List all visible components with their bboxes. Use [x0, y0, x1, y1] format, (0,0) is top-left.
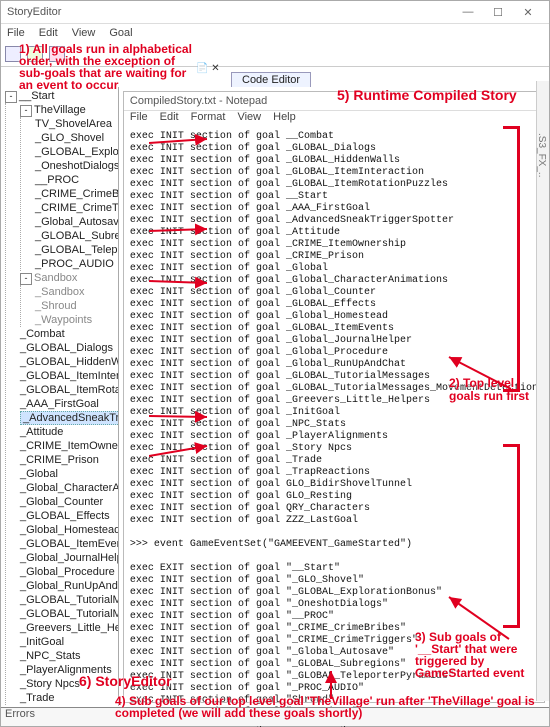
errors-label: Errors: [5, 708, 35, 720]
notepad-content: exec INIT section of goal __Combat exec …: [124, 127, 544, 727]
menu-edit[interactable]: Edit: [39, 27, 58, 39]
minimize-icon[interactable]: —: [453, 6, 483, 18]
tree-item[interactable]: _GLOBAL_TutorialMessages: [20, 594, 119, 606]
tree-item[interactable]: _GLOBAL_TutorialMessages_MovementDet: [20, 608, 119, 620]
tree-item[interactable]: _CRIME_ItemOwnership: [20, 440, 119, 452]
menu-view[interactable]: View: [72, 27, 96, 39]
tree-item[interactable]: _AdvancedSneakTriggerSpotter: [20, 411, 119, 425]
tree-item[interactable]: _Waypoints: [35, 314, 92, 326]
tree-item[interactable]: _Shroud: [35, 300, 77, 312]
tree-sandbox[interactable]: Sandbox: [34, 272, 77, 284]
tree-root[interactable]: __Start: [19, 90, 54, 102]
notepad-title: CompiledStory.txt - Notepad: [130, 95, 267, 107]
toolbar: [1, 42, 549, 67]
tree-item[interactable]: _Global_CharacterAnimations: [20, 482, 119, 494]
tab-code-editor[interactable]: Code Editor: [231, 72, 311, 87]
tree-item[interactable]: _Global_RunUpAndChat: [20, 580, 119, 592]
tree-item[interactable]: _Sandbox: [35, 286, 85, 298]
tree-item[interactable]: _PlayerAlignments: [20, 664, 112, 676]
tree-item[interactable]: __PROC: [35, 174, 79, 186]
tree-item[interactable]: _GLOBAL_TeleporterPyramids: [35, 244, 119, 256]
close-icon[interactable]: ✕: [513, 6, 543, 19]
menu-goal[interactable]: Goal: [109, 27, 132, 39]
tree-item[interactable]: _Global_Homestead: [20, 524, 119, 536]
tree-item[interactable]: _GLOBAL_ItemRotationPuzzles: [20, 384, 119, 396]
tree-item[interactable]: _GLOBAL_Subregions: [35, 230, 119, 242]
tree-item[interactable]: _GLOBAL_ExplorationBonus: [35, 146, 119, 158]
np-menu-edit[interactable]: Edit: [160, 111, 179, 127]
tree-item[interactable]: _GLOBAL_ItemInteraction: [20, 370, 119, 382]
side-tab-label[interactable]: .S3_FX_..: [536, 133, 547, 177]
toolbar-new-icon[interactable]: [5, 46, 21, 62]
tree-item[interactable]: _Attitude: [20, 426, 63, 438]
tree-item[interactable]: _GLOBAL_Dialogs: [20, 342, 113, 354]
tree-item[interactable]: _CRIME_Prison: [20, 454, 99, 466]
document-close-icon[interactable]: 📄 ✕: [196, 63, 220, 74]
tree-item[interactable]: _NPC_Stats: [20, 650, 81, 662]
goal-tree[interactable]: -__Start -TheVillage TV_ShovelArea_GLO_S…: [1, 87, 119, 706]
tree-item[interactable]: _Global_Autosave: [35, 216, 119, 228]
tree-item[interactable]: _AAA_FirstGoal: [20, 398, 99, 410]
errors-panel[interactable]: Errors: [1, 707, 549, 726]
np-menu-format[interactable]: Format: [191, 111, 226, 127]
notepad-menubar: File Edit Format View Help: [124, 111, 544, 127]
app-title: StoryEditor: [7, 6, 453, 18]
maximize-icon[interactable]: ☐: [483, 6, 513, 19]
np-menu-view[interactable]: View: [237, 111, 261, 127]
menu-file[interactable]: File: [7, 27, 25, 39]
tree-item[interactable]: TV_ShovelArea: [35, 118, 112, 130]
tree-item[interactable]: _Combat: [20, 328, 65, 340]
tree-item[interactable]: _Global_Procedure: [20, 566, 115, 578]
tree-item[interactable]: _CRIME_CrimeBribes: [35, 188, 119, 200]
menubar: File Edit View Goal: [1, 24, 549, 42]
tree-item[interactable]: _PROC_AUDIO: [35, 258, 114, 270]
tree-item[interactable]: _Global_Counter: [20, 496, 103, 508]
titlebar: StoryEditor — ☐ ✕: [1, 1, 549, 24]
tree-item[interactable]: _Global_JournalHelper: [20, 552, 119, 564]
tree-item[interactable]: _InitGoal: [20, 636, 64, 648]
tree-item[interactable]: _Story Npcs: [20, 678, 80, 690]
tree-item[interactable]: _OneshotDialogs: [35, 160, 119, 172]
tree-item[interactable]: _GLOBAL_Effects: [20, 510, 110, 522]
tree-item[interactable]: _CRIME_CrimeTriggers: [35, 202, 119, 214]
toolbar-save-icon[interactable]: [27, 46, 43, 62]
tab-strip: 📄 ✕ Code Editor: [1, 67, 549, 87]
notepad-window: CompiledStory.txt - Notepad File Edit Fo…: [123, 91, 545, 703]
tree-item[interactable]: _GLOBAL_HiddenWalls: [20, 356, 119, 368]
tree-item[interactable]: _Trade: [20, 692, 54, 704]
tree-item[interactable]: _GLO_Shovel: [35, 132, 104, 144]
np-menu-file[interactable]: File: [130, 111, 148, 127]
side-tabstrip[interactable]: .S3_FX_..: [536, 81, 549, 701]
tree-item[interactable]: _Global: [20, 468, 58, 480]
tree-item[interactable]: _GLOBAL_ItemEvents: [20, 538, 119, 550]
np-menu-help[interactable]: Help: [273, 111, 296, 127]
tree-village[interactable]: TheVillage: [34, 104, 86, 116]
tree-item[interactable]: _Greevers_Little_Helpers: [20, 622, 119, 634]
toolbar-build-icon[interactable]: [49, 46, 65, 62]
